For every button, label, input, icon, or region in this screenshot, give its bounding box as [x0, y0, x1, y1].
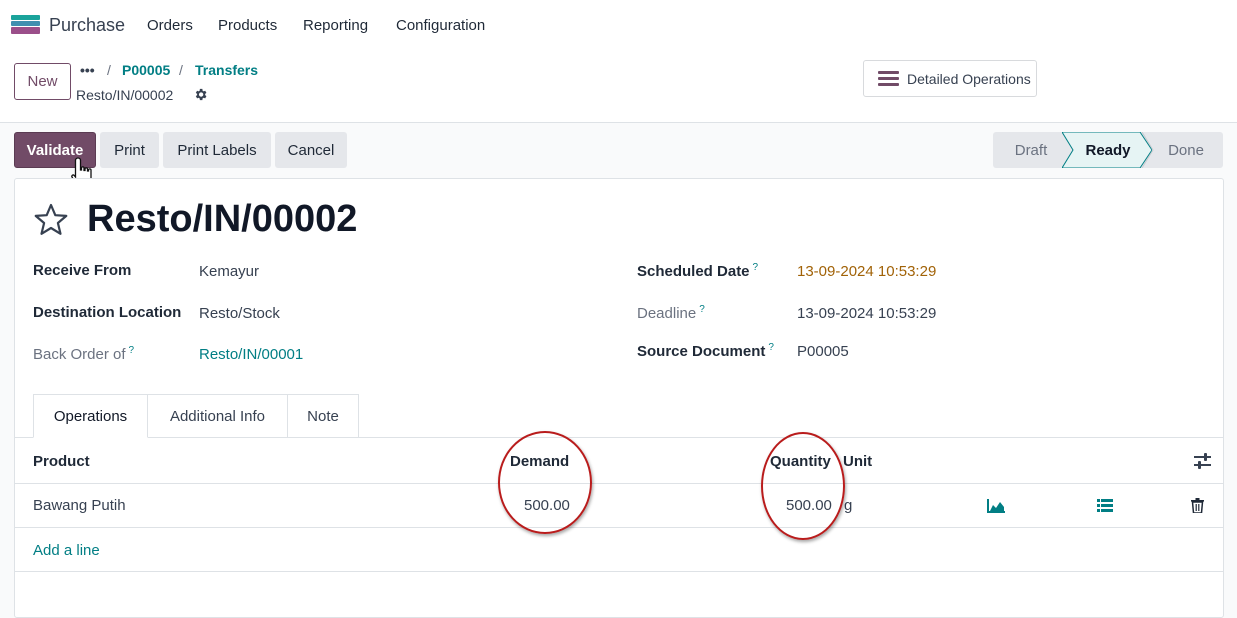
trash-icon[interactable] [1191, 498, 1204, 513]
add-a-line-link[interactable]: Add a line [33, 542, 100, 559]
stage-ready[interactable]: Ready [1072, 132, 1144, 168]
app-name[interactable]: Purchase [49, 15, 125, 36]
detailed-list-icon[interactable] [1097, 499, 1113, 513]
unit-cell[interactable]: g [844, 497, 852, 514]
demand-cell[interactable]: 500.00 [524, 497, 570, 514]
receive-from-label: Receive From [33, 262, 132, 279]
breadcrumb-separator: / [107, 62, 111, 78]
detailed-operations-button[interactable]: Detailed Operations [863, 60, 1037, 97]
scheduled-date-value[interactable]: 13-09-2024 10:53:29 [797, 263, 936, 280]
new-button[interactable]: New [14, 63, 71, 100]
help-icon[interactable]: ? [753, 262, 759, 273]
menu-orders[interactable]: Orders [147, 17, 193, 34]
breadcrumb-separator: / [179, 62, 183, 78]
tab-note[interactable]: Note [287, 394, 359, 438]
purchase-app-icon[interactable] [11, 15, 40, 35]
scheduled-date-label: Scheduled Date? [637, 262, 759, 280]
deadline-value[interactable]: 13-09-2024 10:53:29 [797, 305, 936, 322]
back-order-value[interactable]: Resto/IN/00001 [199, 346, 303, 363]
breadcrumb-p00005[interactable]: P00005 [122, 62, 170, 78]
menu-reporting[interactable]: Reporting [303, 17, 368, 34]
add-line-row: Add a line [15, 528, 1223, 572]
tab-additional-info[interactable]: Additional Info [148, 394, 288, 438]
receive-from-value[interactable]: Kemayur [199, 263, 259, 280]
table-row[interactable]: Bawang Putih 500.00 500.00 g [15, 484, 1223, 528]
deadline-label: Deadline? [637, 304, 705, 322]
destination-location-label: Destination Location [33, 304, 182, 321]
help-icon[interactable]: ? [129, 345, 135, 356]
menu-configuration[interactable]: Configuration [396, 17, 485, 34]
menu-products[interactable]: Products [218, 17, 277, 34]
help-icon[interactable]: ? [768, 342, 774, 353]
detailed-operations-label: Detailed Operations [907, 70, 1031, 87]
operations-table-header: Product Demand Quantity Unit [15, 438, 1223, 484]
breadcrumb-current-record: Resto/IN/00002 [76, 87, 174, 103]
print-labels-button[interactable]: Print Labels [163, 132, 271, 168]
tab-operations[interactable]: Operations [33, 394, 148, 438]
stage-done[interactable]: Done [1152, 132, 1220, 168]
gear-icon[interactable] [193, 87, 208, 102]
record-title: Resto/IN/00002 [87, 198, 358, 240]
top-navbar: Purchase Orders Products Reporting Confi… [0, 0, 1237, 50]
column-product[interactable]: Product [33, 453, 90, 470]
star-icon[interactable] [33, 202, 69, 238]
list-icon [878, 70, 899, 87]
control-panel: New ••• / P00005 / Transfers Resto/IN/00… [0, 50, 1237, 123]
product-cell[interactable]: Bawang Putih [33, 497, 126, 514]
column-settings-icon[interactable] [1194, 453, 1211, 469]
breadcrumb-more-button[interactable]: ••• [80, 62, 95, 78]
stage-draft[interactable]: Draft [993, 132, 1069, 168]
cancel-button[interactable]: Cancel [275, 132, 347, 168]
help-icon[interactable]: ? [699, 304, 705, 315]
source-document-label: Source Document? [637, 342, 774, 360]
column-demand[interactable]: Demand [510, 453, 569, 470]
back-order-label: Back Order of? [33, 345, 135, 363]
source-document-value[interactable]: P00005 [797, 343, 849, 360]
quantity-cell[interactable]: 500.00 [786, 497, 832, 514]
column-unit[interactable]: Unit [843, 453, 872, 470]
destination-location-value[interactable]: Resto/Stock [199, 305, 280, 322]
print-button[interactable]: Print [100, 132, 159, 168]
column-quantity[interactable]: Quantity [770, 453, 831, 470]
breadcrumb-transfers[interactable]: Transfers [195, 62, 258, 78]
forecast-chart-icon[interactable] [987, 499, 1005, 513]
